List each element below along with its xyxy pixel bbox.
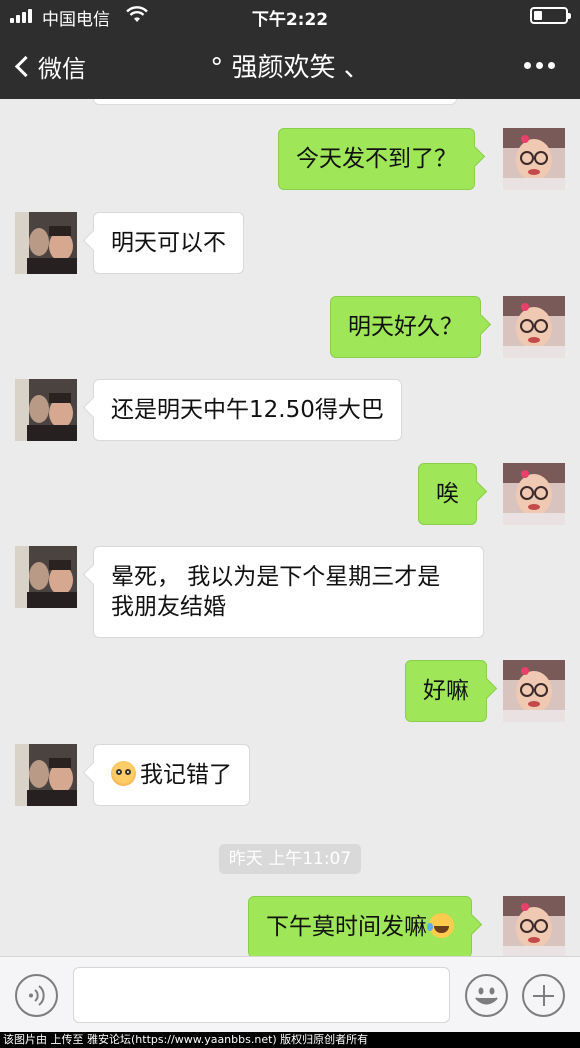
message-bubble-incoming[interactable]: 还是明天中午12.50得大巴 <box>93 379 402 441</box>
status-time: 下午2:22 <box>251 10 329 30</box>
message-text: 我记错了 <box>140 762 232 788</box>
message-text: 明天好久？ <box>348 314 463 340</box>
contact-avatar[interactable] <box>15 546 77 608</box>
message-bubble-incoming[interactable]: 晕死， 我以为是下个星期三才是 我朋友结婚 <box>93 546 484 638</box>
my-avatar[interactable] <box>503 128 565 190</box>
message-bubble-incoming[interactable]: 我记错了 <box>93 744 250 806</box>
smiley-icon <box>475 987 498 1005</box>
more-options-button[interactable] <box>524 62 555 69</box>
input-toolbar <box>0 956 580 1032</box>
message-list[interactable]: 今天发不到了？ 明天可以不 明天好久？ 还是明天中午12.50得大巴 唉 晕死，… <box>0 99 580 956</box>
message-bubble-outgoing[interactable]: 下午莫时间发嘛 <box>248 896 472 956</box>
message-text: 还是明天中午12.50得大巴 <box>111 397 384 423</box>
message-text: 唉 <box>436 481 459 507</box>
message-bubble-incoming[interactable]: 明天可以不 <box>93 212 244 274</box>
message-bubble-outgoing[interactable]: 唉 <box>418 463 477 525</box>
chat-title: ° 强颜欢笑 、 <box>210 53 370 83</box>
voice-icon <box>29 985 45 1006</box>
status-bar: 中国电信 下午2:22 <box>0 0 580 32</box>
more-actions-button[interactable] <box>522 974 565 1017</box>
message-text: 明天可以不 <box>111 230 226 256</box>
message-bubble-outgoing[interactable]: 好嘛 <box>405 660 487 722</box>
my-avatar[interactable] <box>503 660 565 722</box>
my-avatar[interactable] <box>503 896 565 956</box>
battery-icon <box>530 7 571 24</box>
message-text-line: 我朋友结婚 <box>111 594 226 620</box>
my-avatar[interactable] <box>503 463 565 525</box>
voice-input-button[interactable] <box>15 974 58 1017</box>
message-bubble-outgoing[interactable]: 今天发不到了？ <box>278 128 475 190</box>
laughing-tears-icon <box>427 913 454 938</box>
emoji-button[interactable] <box>465 974 508 1017</box>
contact-avatar[interactable] <box>15 744 77 806</box>
flushed-face-icon <box>111 761 136 786</box>
message-text: 下午莫时间发嘛 <box>266 914 427 940</box>
message-timestamp: 昨天 上午11:07 <box>219 844 361 874</box>
message-text-line: 晕死， 我以为是下个星期三才是 <box>111 564 441 590</box>
message-input[interactable] <box>73 967 450 1023</box>
message-bubble-outgoing[interactable]: 明天好久？ <box>330 296 481 358</box>
contact-avatar[interactable] <box>15 212 77 274</box>
message-text: 好嘛 <box>423 678 469 704</box>
my-avatar[interactable] <box>503 296 565 358</box>
previous-message-bubble <box>93 99 457 105</box>
message-text: 今天发不到了？ <box>296 146 457 172</box>
contact-avatar[interactable] <box>15 379 77 441</box>
navigation-bar: 中国电信 下午2:22 微信 ° 强颜欢笑 、 <box>0 0 580 99</box>
watermark-caption: 该图片由 上传至 雅安论坛(https://www.yaanbbs.net) 版… <box>0 1032 580 1048</box>
